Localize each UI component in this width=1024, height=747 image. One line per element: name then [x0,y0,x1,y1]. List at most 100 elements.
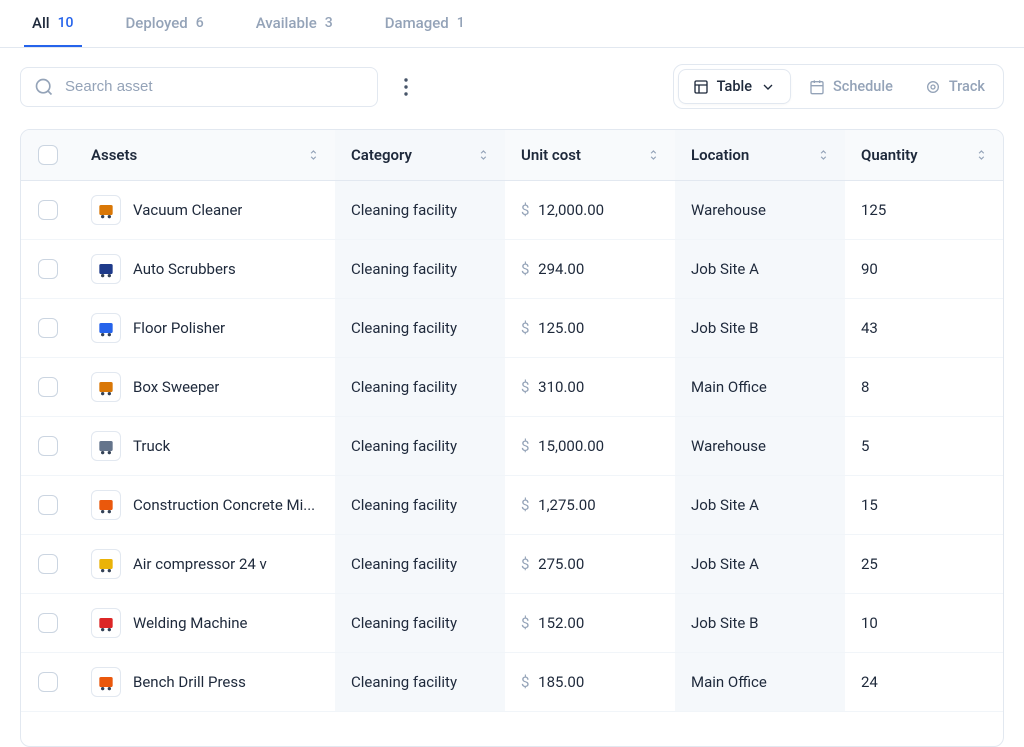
row-select-cell [21,476,75,535]
asset-thumbnail [91,549,121,579]
tab-count: 3 [325,15,333,31]
chevron-down-icon [760,79,776,95]
view-switcher: Table Schedule Track [673,64,1004,109]
row-checkbox[interactable] [38,377,58,397]
unit-cost-cell: $ 1,275.00 [505,476,675,535]
table-icon [693,79,709,95]
column-quantity-label: Quantity [861,146,918,164]
location-cell: Main Office [675,358,845,417]
row-checkbox[interactable] [38,672,58,692]
currency-symbol: $ [521,673,529,691]
location-cell: Main Office [675,653,845,712]
table-row[interactable]: Construction Concrete Mi...Cleaning faci… [21,476,1003,535]
asset-name: Vacuum Cleaner [133,201,242,219]
row-checkbox[interactable] [38,613,58,633]
cost-amount: 185.00 [538,673,584,691]
view-track-button[interactable]: Track [911,70,999,103]
table-row[interactable]: Floor PolisherCleaning facility$ 125.00J… [21,299,1003,358]
tab-available[interactable]: Available 3 [248,0,341,47]
view-table-button[interactable]: Table [678,69,791,104]
asset-name: Auto Scrubbers [133,260,236,278]
column-unit-cost[interactable]: Unit cost [505,130,675,181]
location-cell: Job Site A [675,476,845,535]
asset-name: Air compressor 24 v [133,555,267,573]
cost-amount: 294.00 [538,260,584,278]
toolbar-left [20,67,418,107]
tab-label: Available [256,14,317,32]
location-cell: Job Site A [675,535,845,594]
asset-icon [96,613,116,633]
column-category[interactable]: Category [335,130,505,181]
quantity-cell: 90 [845,240,1003,299]
location-cell: Job Site B [675,594,845,653]
tab-all[interactable]: All10 [24,0,82,47]
sort-icon [307,148,321,162]
asset-thumbnail [91,608,121,638]
asset-icon [96,200,116,220]
table-row[interactable]: Bench Drill PressCleaning facility$ 185.… [21,653,1003,712]
more-button[interactable] [394,71,418,103]
more-vertical-icon [404,78,408,96]
asset-icon [96,259,116,279]
row-select-cell [21,299,75,358]
search-input[interactable] [20,67,378,107]
table-row[interactable]: Air compressor 24 v Cleaning facility$ 27… [21,535,1003,594]
column-location[interactable]: Location [675,130,845,181]
asset-manager: All10 Deployed6 Available 3 Damaged1 [0,0,1024,747]
asset-cell: Truck [75,417,335,476]
select-all-checkbox[interactable] [38,145,58,165]
asset-cell: Air compressor 24 v [75,535,335,594]
quantity-cell: 8 [845,358,1003,417]
filter-tabs: All10 Deployed6 Available 3 Damaged1 [0,0,1024,48]
asset-icon [96,377,116,397]
asset-name: Welding Machine [133,614,247,632]
asset-cell: Auto Scrubbers [75,240,335,299]
location-cell: Warehouse [675,417,845,476]
table-row[interactable]: TruckCleaning facility$ 15,000.00Warehou… [21,417,1003,476]
table-row[interactable]: Box SweeperCleaning facility$ 310.00Main… [21,358,1003,417]
table-row[interactable]: Welding MachineCleaning facility$ 152.00… [21,594,1003,653]
asset-thumbnail [91,254,121,284]
sort-icon [817,148,831,162]
tab-count: 6 [196,15,204,31]
cost-amount: 125.00 [538,319,584,337]
unit-cost-cell: $ 275.00 [505,535,675,594]
location-cell: Job Site B [675,299,845,358]
row-checkbox[interactable] [38,436,58,456]
currency-symbol: $ [521,555,529,573]
asset-name: Construction Concrete Mi... [133,496,315,514]
unit-cost-cell: $ 15,000.00 [505,417,675,476]
cost-amount: 152.00 [538,614,584,632]
view-schedule-button[interactable]: Schedule [795,70,907,103]
tab-damaged[interactable]: Damaged1 [377,0,473,47]
asset-thumbnail [91,372,121,402]
asset-name: Box Sweeper [133,378,219,396]
asset-icon [96,318,116,338]
row-checkbox[interactable] [38,200,58,220]
category-cell: Cleaning facility [335,535,505,594]
table-row[interactable]: Auto ScrubbersCleaning facility$ 294.00J… [21,240,1003,299]
cost-amount: 15,000.00 [538,437,604,455]
calendar-icon [809,79,825,95]
row-checkbox[interactable] [38,259,58,279]
category-cell: Cleaning facility [335,417,505,476]
row-checkbox[interactable] [38,495,58,515]
row-select-cell [21,358,75,417]
quantity-cell: 15 [845,476,1003,535]
row-checkbox[interactable] [38,318,58,338]
unit-cost-cell: $ 12,000.00 [505,181,675,240]
asset-thumbnail [91,490,121,520]
category-cell: Cleaning facility [335,299,505,358]
column-quantity[interactable]: Quantity [845,130,1003,181]
category-cell: Cleaning facility [335,358,505,417]
quantity-cell: 5 [845,417,1003,476]
asset-thumbnail [91,431,121,461]
tab-deployed[interactable]: Deployed6 [118,0,212,47]
quantity-cell: 24 [845,653,1003,712]
row-checkbox[interactable] [38,554,58,574]
column-assets[interactable]: Assets [75,130,335,181]
row-select-cell [21,240,75,299]
table-row[interactable]: Vacuum CleanerCleaning facility$ 12,000.… [21,181,1003,240]
view-schedule-label: Schedule [833,78,893,95]
tab-label: Damaged [385,14,449,32]
